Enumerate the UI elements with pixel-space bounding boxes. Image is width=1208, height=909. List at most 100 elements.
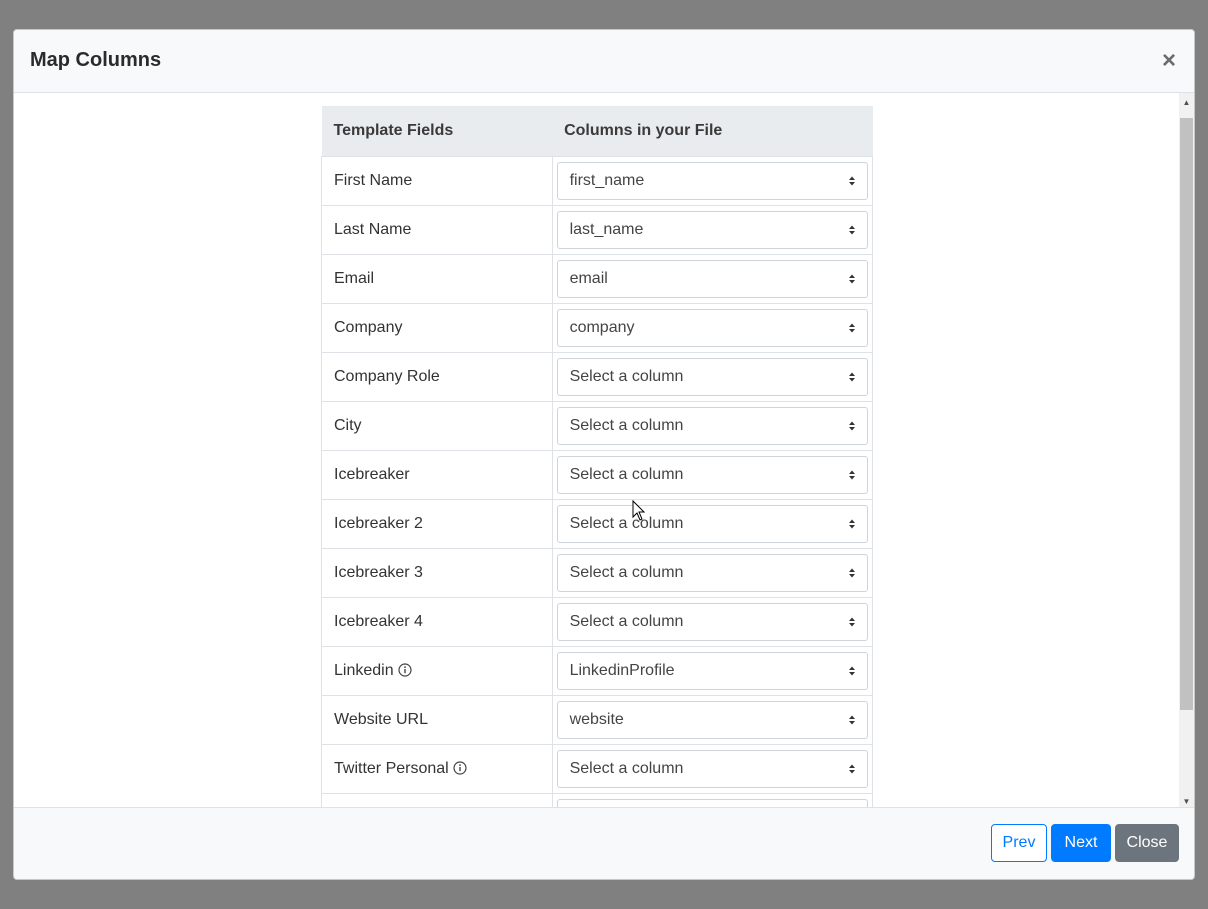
column-select-cell: Select a column [551, 596, 874, 647]
sort-arrows-icon [849, 666, 855, 675]
column-select-value: Select a column [569, 759, 684, 777]
column-select-cell: company [551, 302, 874, 353]
template-field-label: First Name [334, 171, 413, 189]
template-field-label: City [334, 416, 362, 434]
sort-arrows-icon [849, 176, 855, 185]
template-field-label: Company [334, 318, 403, 336]
vertical-scrollbar[interactable]: ▲ ▼ [1179, 93, 1194, 809]
column-select[interactable]: Select a column [556, 455, 868, 494]
column-select-cell: Select a column [551, 449, 874, 500]
column-select-value: Select a column [569, 465, 684, 483]
column-select-cell: Select a column [551, 743, 874, 794]
column-select[interactable]: company [556, 308, 868, 347]
close-icon[interactable]: × [1158, 49, 1180, 74]
modal-body: Template Fields Columns in your File Fir… [14, 93, 1194, 809]
column-mapping-table: Template Fields Columns in your File Fir… [321, 106, 874, 809]
column-select-cell: website [551, 694, 874, 745]
template-field-label: Company Role [334, 367, 440, 385]
sort-arrows-icon [849, 715, 855, 724]
scroll-thumb[interactable] [1180, 118, 1193, 710]
sort-arrows-icon [849, 421, 855, 430]
template-field-cell: Linkedin [321, 645, 553, 696]
column-select[interactable]: last_name [556, 210, 868, 249]
modal-title: Map Columns [30, 49, 162, 71]
column-select-cell: email [551, 253, 874, 304]
scroll-up-arrow-icon[interactable]: ▲ [1179, 95, 1194, 110]
sort-arrows-icon [849, 372, 855, 381]
map-columns-modal: Map Columns × Template Fields Columns in… [13, 29, 1195, 880]
column-select[interactable]: email [556, 259, 868, 298]
column-select-value: website [569, 710, 624, 728]
column-select-value: Select a column [569, 612, 684, 630]
column-select-value: Select a column [569, 514, 684, 532]
modal-footer: Prev Next Close [14, 807, 1194, 879]
sort-arrows-icon [849, 764, 855, 773]
template-field-cell: Icebreaker [321, 449, 553, 500]
template-field-label: Icebreaker 3 [334, 563, 423, 581]
column-select-cell: Select a column [551, 547, 874, 598]
template-field-label: Icebreaker [334, 465, 410, 483]
sort-arrows-icon [849, 568, 855, 577]
column-select[interactable]: Select a column [556, 602, 868, 641]
table-row: Icebreaker 2 Select a column [321, 498, 874, 549]
column-select-cell: first_name [551, 155, 874, 206]
info-circle-icon[interactable] [398, 662, 412, 677]
table-row: Icebreaker Select a column [321, 449, 874, 500]
column-select-value: LinkedinProfile [569, 661, 675, 679]
table-row: Twitter Personal Select a column [321, 743, 874, 794]
template-field-label: Last Name [334, 220, 412, 238]
header-template-fields: Template Fields [321, 106, 553, 157]
column-select-value: email [569, 269, 608, 287]
modal-header: Map Columns × [14, 30, 1194, 93]
table-row: Email email [321, 253, 874, 304]
sort-arrows-icon [849, 323, 855, 332]
template-field-cell: First Name [321, 155, 553, 206]
column-select[interactable]: first_name [556, 161, 868, 200]
column-select-cell: last_name [551, 204, 874, 255]
table-row: Icebreaker 3 Select a column [321, 547, 874, 598]
template-field-label: Twitter Personal [334, 759, 449, 777]
template-field-label: Icebreaker 2 [334, 514, 423, 532]
template-field-cell: Icebreaker 3 [321, 547, 553, 598]
sort-arrows-icon [849, 519, 855, 528]
template-field-label: Email [334, 269, 375, 287]
table-row: Last Name last_name [321, 204, 874, 255]
column-select-value: company [569, 318, 635, 336]
template-field-cell: Icebreaker 2 [321, 498, 553, 549]
table-row: Website URL website [321, 694, 874, 745]
template-field-cell: Email [321, 253, 553, 304]
column-select-value: Select a column [569, 367, 684, 385]
column-select-cell: Select a column [551, 400, 874, 451]
sort-arrows-icon [849, 225, 855, 234]
info-circle-icon[interactable] [453, 760, 467, 775]
template-field-label: Linkedin [334, 661, 394, 679]
sort-arrows-icon [849, 274, 855, 283]
column-select[interactable]: Select a column [556, 749, 868, 788]
template-field-cell: Company [321, 302, 553, 353]
template-field-cell: Company Role [321, 351, 553, 402]
sort-arrows-icon [849, 617, 855, 626]
table-row: City Select a column [321, 400, 874, 451]
table-row: First Name first_name [321, 155, 874, 206]
next-button[interactable]: Next [1051, 824, 1111, 862]
column-select[interactable]: website [556, 700, 868, 739]
template-field-cell: Icebreaker 4 [321, 596, 553, 647]
table-header-row: Template Fields Columns in your File [321, 106, 873, 157]
prev-button[interactable]: Prev [991, 824, 1047, 862]
close-button[interactable]: Close [1115, 824, 1179, 862]
template-field-label: Website URL [334, 710, 428, 728]
template-field-cell: City [321, 400, 553, 451]
column-select[interactable]: Select a column [556, 504, 868, 543]
column-select[interactable]: Select a column [556, 406, 868, 445]
mouse-cursor-icon [632, 500, 646, 521]
template-field-cell: Website URL [321, 694, 553, 745]
column-select[interactable]: LinkedinProfile [556, 651, 868, 690]
column-select-cell: Select a column [551, 351, 874, 402]
table-row: Company company [321, 302, 874, 353]
column-select-value: last_name [569, 220, 644, 238]
column-select[interactable]: Select a column [556, 553, 868, 592]
column-select[interactable]: Select a column [556, 357, 868, 396]
column-select-value: Select a column [569, 416, 684, 434]
header-columns-in-file: Columns in your File [552, 106, 873, 157]
template-field-label: Icebreaker 4 [334, 612, 423, 630]
